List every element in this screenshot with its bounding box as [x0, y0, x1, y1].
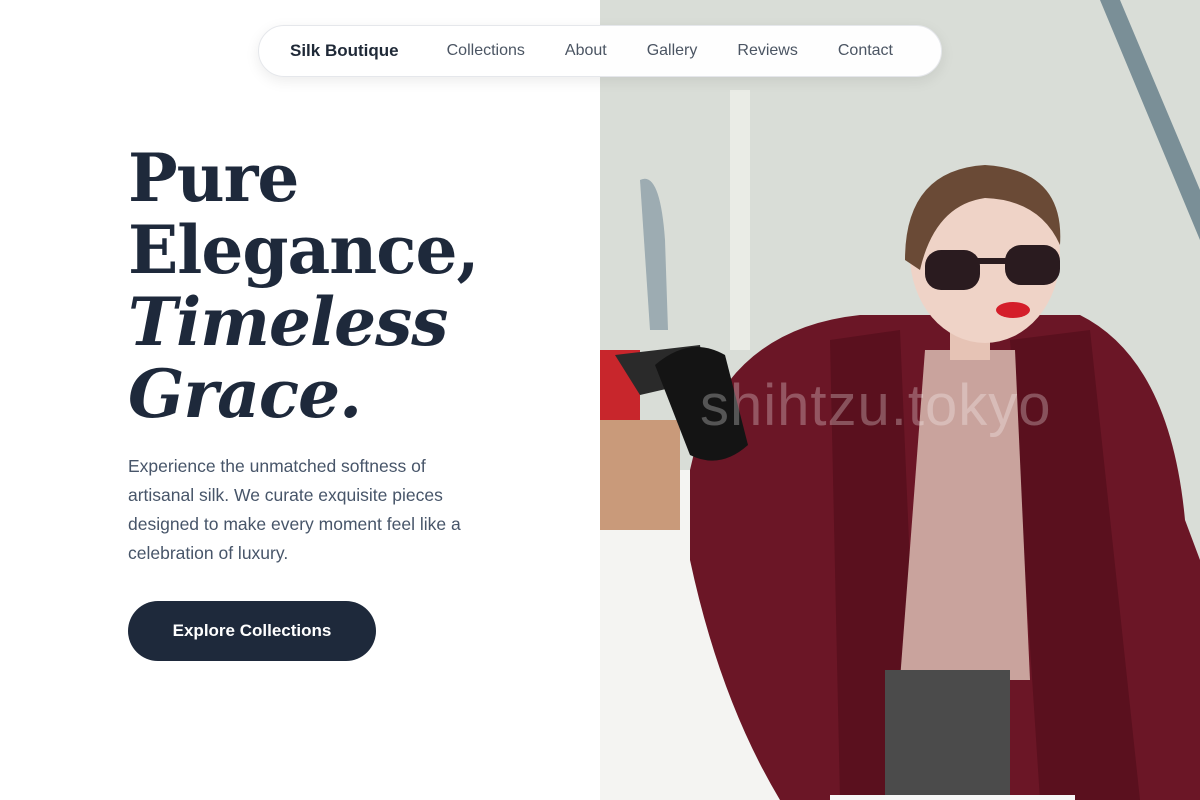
brand-logo[interactable]: Silk Boutique — [290, 41, 399, 61]
image-watermark: shihtzu.tokyo — [700, 373, 1052, 438]
nav-link-gallery[interactable]: Gallery — [647, 42, 698, 60]
headline-line-4: Grace. — [128, 355, 362, 433]
nav-link-reviews[interactable]: Reviews — [737, 42, 797, 60]
nav-link-contact[interactable]: Contact — [838, 42, 893, 60]
nav-link-collections[interactable]: Collections — [447, 42, 525, 60]
hero-headline: Pure Elegance, Timeless Grace. — [128, 142, 588, 430]
headline-line-2: Elegance, — [128, 211, 479, 289]
top-navigation: Silk Boutique Collections About Gallery … — [258, 25, 942, 77]
nav-links: Collections About Gallery Reviews Contac… — [447, 42, 893, 60]
headline-line-3: Timeless — [128, 283, 448, 361]
hero-description: Experience the unmatched softness of art… — [128, 456, 461, 563]
headline-line-1: Pure — [128, 139, 299, 217]
nav-link-about[interactable]: About — [565, 42, 607, 60]
explore-collections-button[interactable]: Explore Collections — [128, 601, 376, 661]
